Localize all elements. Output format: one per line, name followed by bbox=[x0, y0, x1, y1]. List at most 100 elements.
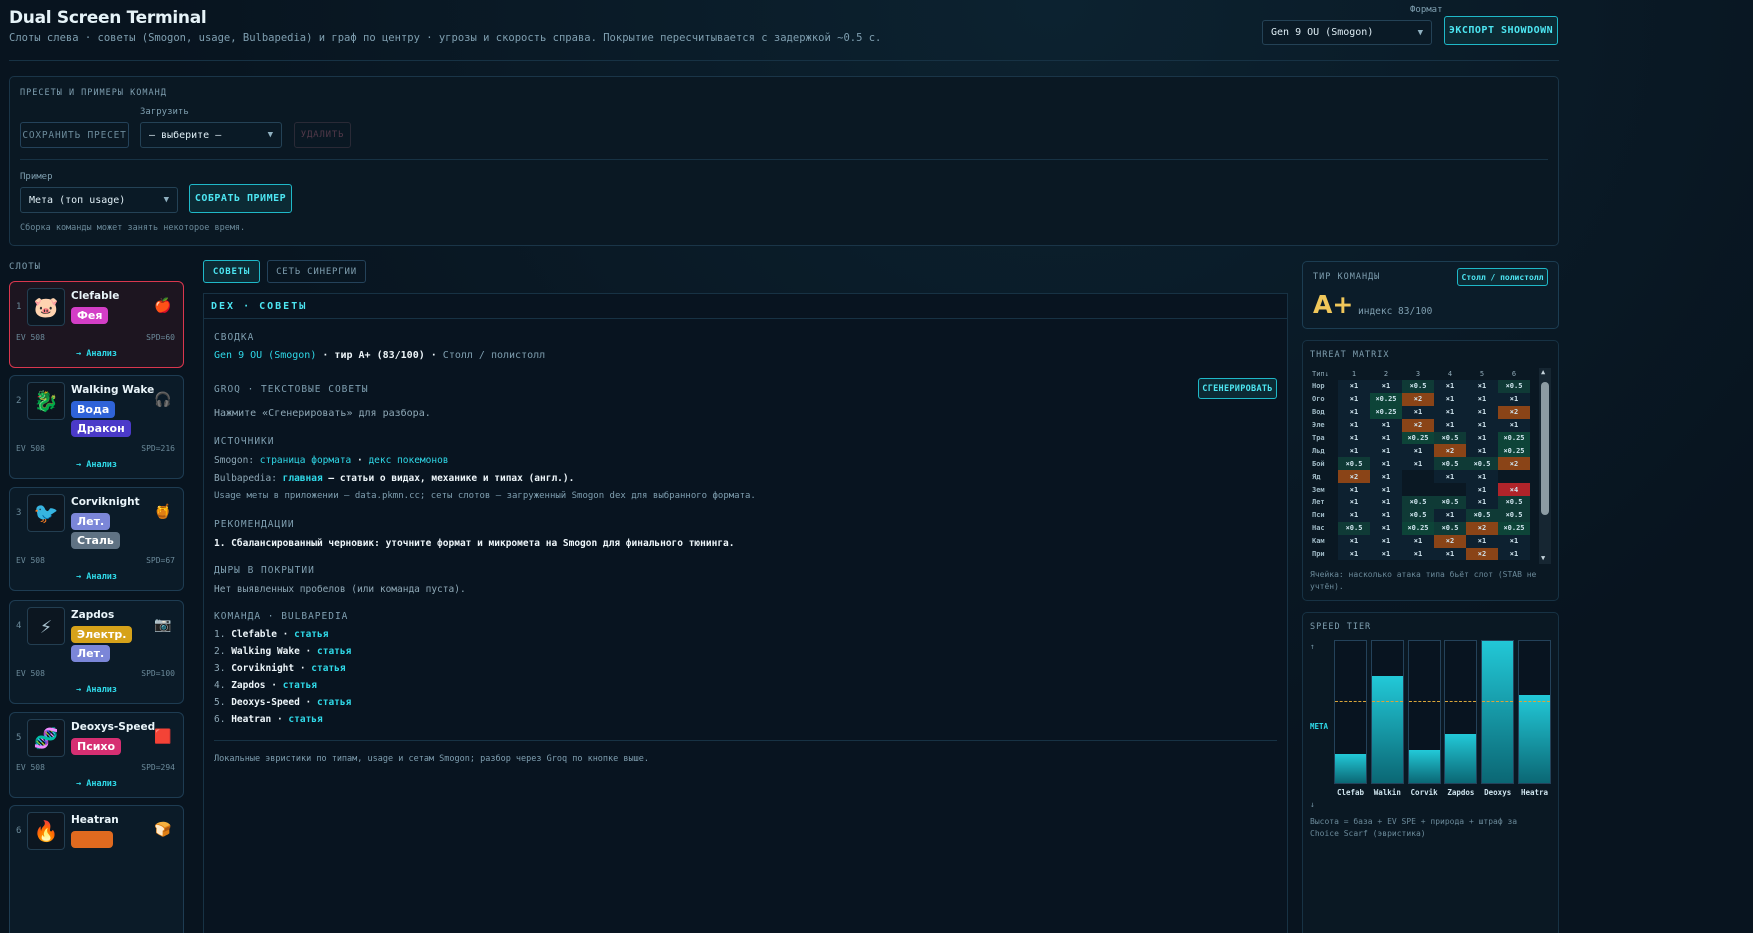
threat-matrix[interactable]: Тип↓ 1 2 3 4 5 6 Нор ×1 ×1 ×0.5 ×1 ×1 ×0.5 Ого ×1 ×0.25 ×… bbox=[1308, 368, 1538, 564]
save-preset-button[interactable]: СОХРАНИТЬ ПРЕСЕТ bbox=[20, 122, 129, 148]
scroll-down-icon[interactable]: ▼ bbox=[1541, 554, 1545, 562]
dex-divider bbox=[214, 740, 1277, 741]
smogon-format-link[interactable]: страница формата bbox=[260, 455, 352, 466]
article-link[interactable]: статья bbox=[283, 680, 317, 691]
analyze-link[interactable]: → Анализ bbox=[10, 349, 183, 359]
tab-synergy[interactable]: СЕТЬ СИНЕРГИИ bbox=[267, 260, 366, 283]
matrix-cell: ×2 bbox=[1338, 470, 1370, 484]
team-member: 3. Corviknight · статья bbox=[214, 663, 346, 674]
sep: · bbox=[351, 455, 369, 466]
team-index: 3. bbox=[214, 663, 226, 674]
article-link[interactable]: статья bbox=[311, 663, 345, 674]
slot-card[interactable]: 2 🐉 Walking Wake Вода Дракон 🎧 EV 508 SPD=216 → … bbox=[9, 375, 184, 479]
example-select[interactable]: Мета (топ usage) ▼ bbox=[20, 187, 178, 213]
matrix-cell: ×0.5 bbox=[1434, 496, 1466, 509]
matrix-cell: ×1 bbox=[1466, 496, 1498, 509]
matrix-col-header: 4 bbox=[1447, 370, 1453, 378]
rec-label: РЕКОМЕНДАЦИИ bbox=[214, 519, 295, 530]
type-badge: Вода bbox=[71, 401, 116, 418]
sep: · bbox=[276, 629, 295, 640]
pokemon-sprite-icon: ⚡ bbox=[39, 614, 53, 638]
matrix-cell: ×2 bbox=[1498, 457, 1530, 471]
tier-grade: A+ bbox=[1313, 290, 1354, 319]
speed-bar-fill bbox=[1445, 734, 1477, 783]
scroll-thumb[interactable] bbox=[1541, 382, 1549, 515]
slot-card[interactable]: 1 🐷 Clefable Фея 🍎 EV 508 SPD=60 → Анализ bbox=[9, 281, 184, 368]
slot-number: 5 bbox=[16, 733, 22, 743]
team-name: Walking Wake bbox=[231, 646, 300, 657]
slots-title: СЛОТЫ bbox=[9, 262, 42, 272]
threat-scrollbar[interactable]: ▲ ▼ bbox=[1539, 368, 1551, 564]
pokemon-name: Zapdos bbox=[71, 609, 115, 621]
team-member: 1. Clefable · статья bbox=[214, 629, 328, 640]
matrix-cell: ×1 bbox=[1434, 547, 1466, 561]
summary-tier: тир A+ (83/100) bbox=[334, 350, 425, 361]
matrix-cell: ×2 bbox=[1402, 418, 1434, 432]
speed-label: SPEED TIER bbox=[1310, 622, 1372, 632]
slot-card[interactable]: 4 ⚡ Zapdos Электр. Лет. 📷 EV 508 SPD=100 → Анали… bbox=[9, 600, 184, 704]
matrix-row-type: Зем bbox=[1312, 485, 1325, 494]
matrix-cell: ×1 bbox=[1466, 431, 1498, 445]
dex-panel: DEX · СОВЕТЫ СВОДКА Gen 9 OU (Smogon) · … bbox=[203, 293, 1288, 933]
matrix-cell: ×0.5 bbox=[1402, 380, 1434, 393]
matrix-cell: ×1 bbox=[1338, 392, 1370, 406]
analyze-link[interactable]: → Анализ bbox=[10, 779, 183, 789]
pokemon-sprite-icon: 🔥 bbox=[33, 819, 59, 843]
slot-card[interactable]: 6 🔥 Heatran 🍞 bbox=[9, 805, 184, 933]
speed-bar-label: Clefab bbox=[1336, 788, 1365, 797]
threat-table: Тип↓ 1 2 3 4 5 6 Нор ×1 ×1 ×0.5 ×1 ×1 ×0.5 Ого ×1 ×0.25 ×… bbox=[1308, 368, 1530, 561]
matrix-cell: ×1 bbox=[1338, 405, 1370, 419]
generate-button[interactable]: СГЕНЕРИРОВАТЬ bbox=[1198, 378, 1277, 399]
dex-footer: Локальные эвристики по типам, usage и се… bbox=[214, 754, 649, 764]
meta-line bbox=[1335, 701, 1366, 703]
matrix-row-type: Тра bbox=[1312, 434, 1325, 442]
load-preset-value: — выберите — bbox=[149, 129, 222, 141]
dex-title: DEX · СОВЕТЫ bbox=[204, 294, 1287, 319]
chevron-down-icon: ▼ bbox=[267, 130, 273, 140]
matrix-cell: ×1 bbox=[1338, 483, 1370, 497]
article-link[interactable]: статья bbox=[294, 629, 328, 640]
load-preset-select[interactable]: — выберите — ▼ bbox=[140, 122, 282, 148]
team-index: 5. bbox=[214, 697, 226, 708]
analyze-link[interactable]: → Анализ bbox=[10, 572, 183, 582]
speed-bar-label: Zapdos bbox=[1447, 788, 1475, 797]
delete-preset-button[interactable]: УДАЛИТЬ bbox=[294, 122, 351, 148]
slot-number: 4 bbox=[16, 621, 22, 631]
matrix-col-header: 3 bbox=[1415, 370, 1421, 378]
matrix-cell: ×1 bbox=[1370, 470, 1402, 484]
team-index: 4. bbox=[214, 680, 226, 691]
pokemon-sprite-icon: 🧬 bbox=[33, 726, 59, 750]
groq-label: GROQ · ТЕКСТОВЫЕ СОВЕТЫ bbox=[214, 384, 369, 395]
tab-advice[interactable]: СОВЕТЫ bbox=[203, 260, 260, 283]
matrix-cell: ×1 bbox=[1434, 392, 1466, 406]
matrix-cell: ×1 bbox=[1370, 521, 1402, 535]
summary-format: Gen 9 OU (Smogon) bbox=[214, 350, 317, 361]
export-showdown-button[interactable]: ЭКСПОРТ SHOWDOWN bbox=[1444, 16, 1558, 45]
article-link[interactable]: статья bbox=[288, 714, 322, 725]
smogon-source: Smogon: страница формата · декс покемоно… bbox=[214, 455, 449, 466]
matrix-row-type: Нор bbox=[1312, 382, 1325, 391]
slot-ev: EV 508 bbox=[16, 669, 45, 678]
matrix-cell: ×0.25 bbox=[1498, 444, 1530, 458]
article-link[interactable]: статья bbox=[317, 697, 351, 708]
matrix-cell bbox=[1498, 470, 1530, 484]
bulba-main-link[interactable]: главная bbox=[283, 473, 323, 484]
scroll-up-icon[interactable]: ▲ bbox=[1541, 368, 1545, 376]
slot-card[interactable]: 3 🐦 Corviknight Лет. Сталь 🍯 EV 508 SPD=67 → Ана… bbox=[9, 487, 184, 591]
matrix-cell: ×1 bbox=[1466, 418, 1498, 432]
app-title: Dual Screen Terminal bbox=[9, 8, 207, 28]
build-example-button[interactable]: СОБРАТЬ ПРИМЕР bbox=[189, 184, 292, 213]
matrix-cell: ×2 bbox=[1434, 534, 1466, 548]
tier-role-badge: Столл / полистолл bbox=[1457, 268, 1548, 286]
analyze-link[interactable]: → Анализ bbox=[10, 460, 183, 470]
analyze-link[interactable]: → Анализ bbox=[10, 685, 183, 695]
smogon-dex-link[interactable]: декс покемонов bbox=[368, 455, 448, 466]
format-select[interactable]: Gen 9 OU (Smogon) ▼ bbox=[1262, 20, 1432, 45]
matrix-cell: ×1 bbox=[1498, 547, 1530, 561]
matrix-cell: ×0.5 bbox=[1434, 457, 1466, 471]
matrix-cell: ×1 bbox=[1402, 457, 1434, 471]
slot-ev: EV 508 bbox=[16, 444, 45, 453]
article-link[interactable]: статья bbox=[317, 646, 351, 657]
slot-card[interactable]: 5 🧬 Deoxys-Speed Психо 🟥 EV 508 SPD=294 → Анали… bbox=[9, 712, 184, 798]
matrix-cell: ×0.25 bbox=[1402, 521, 1434, 535]
